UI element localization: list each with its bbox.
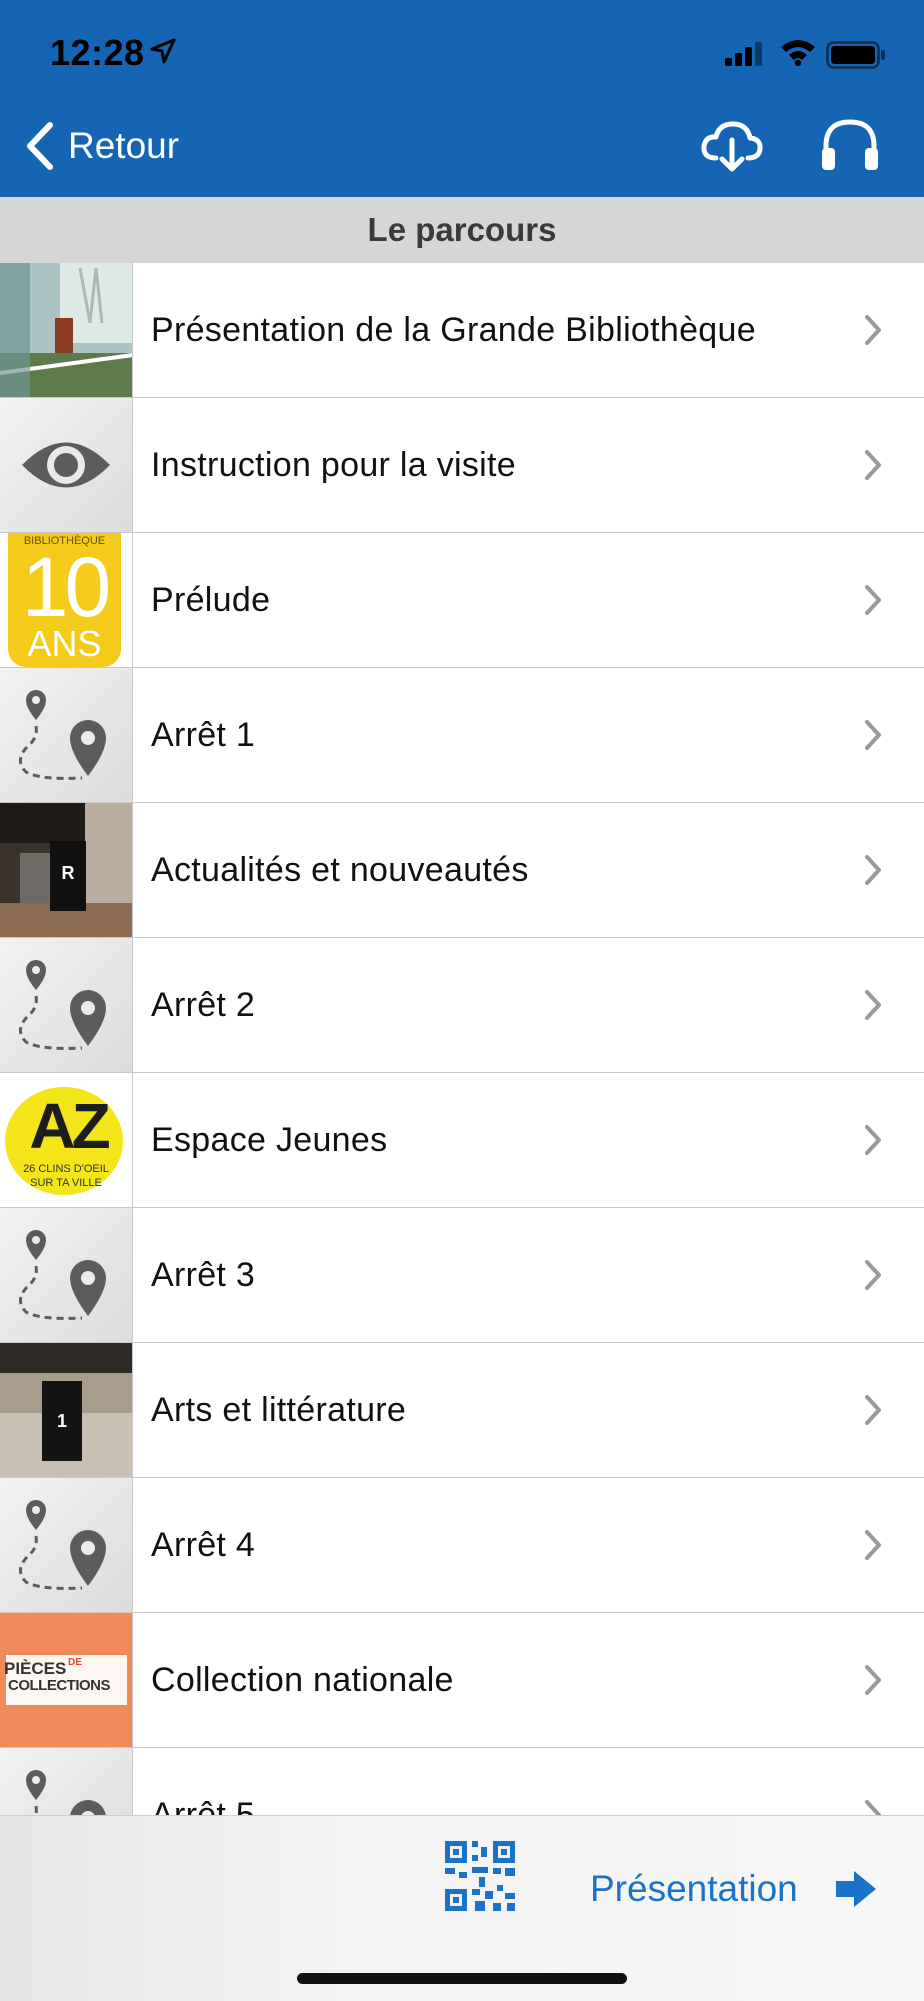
- list-item-label: Actualités et nouveautés: [151, 850, 529, 889]
- home-indicator: [297, 1973, 627, 1984]
- headphones-icon: [822, 119, 878, 170]
- list-item-label: Arrêt 5: [151, 1795, 256, 1816]
- list-item-label: Arrêt 1: [151, 715, 256, 754]
- list-item[interactable]: BIBLIOTHÈQUE 10 ANS Prélude: [0, 533, 924, 668]
- list-item-label: Arrêt 2: [151, 985, 256, 1024]
- thumbnail-route: [0, 938, 133, 1072]
- battery-icon: [826, 41, 885, 69]
- chevron-right-icon: [865, 1125, 881, 1155]
- list-item[interactable]: Présentation de la Grande Bibliothèque: [0, 263, 924, 398]
- list-item-label: Prélude: [151, 580, 271, 619]
- thumbnail-photo: R: [0, 803, 133, 937]
- thumbnail-route: [0, 668, 133, 802]
- thumbnail-route: [0, 1748, 133, 1815]
- chevron-right-icon: [865, 585, 881, 615]
- route-pin-icon: [26, 1770, 106, 1815]
- list-item[interactable]: R Actualités et nouveautés: [0, 803, 924, 938]
- route-pin-icon: [19, 960, 106, 1050]
- list-item[interactable]: Arrêt 4: [0, 1478, 924, 1613]
- thumbnail-az: AZ 26 CLINS D'OEIL SUR TA VILLE: [0, 1073, 133, 1207]
- sign-number: 1: [56, 1411, 67, 1431]
- list-item[interactable]: PIÈCES DE COLLECTIONS Collection nationa…: [0, 1613, 924, 1748]
- chevron-right-icon: [865, 855, 881, 885]
- logo-text-number: 10: [21, 540, 111, 634]
- cellular-signal-icon: [725, 42, 762, 66]
- next-presentation-label: Présentation: [590, 1868, 798, 1909]
- qr-code-icon: [445, 1841, 515, 1911]
- back-button-label: Retour: [68, 125, 180, 166]
- bottom-toolbar: Présentation: [0, 1815, 924, 2001]
- route-pin-icon: [19, 1500, 106, 1590]
- thumbnail-pieces-collections: PIÈCES DE COLLECTIONS: [0, 1613, 133, 1747]
- audio-guide-button[interactable]: [820, 118, 880, 177]
- next-presentation-button[interactable]: Présentation: [590, 1864, 878, 1914]
- section-title: Le parcours: [0, 197, 924, 263]
- list-item[interactable]: 1 Arts et littérature: [0, 1343, 924, 1478]
- chevron-right-icon: [865, 1260, 881, 1290]
- tour-list: Présentation de la Grande Bibliothèque I…: [0, 263, 924, 1815]
- list-item[interactable]: Instruction pour la visite: [0, 398, 924, 533]
- list-item-label: Collection nationale: [151, 1660, 454, 1699]
- chevron-right-icon: [865, 1395, 881, 1425]
- location-arrow-icon: [150, 38, 176, 64]
- list-item[interactable]: Arrêt 1: [0, 668, 924, 803]
- sign-letter: R: [61, 863, 75, 883]
- thumbnail-photo: 1: [0, 1343, 133, 1477]
- chevron-right-icon: [865, 1530, 881, 1560]
- back-button[interactable]: Retour: [24, 118, 179, 174]
- eye-icon: [22, 442, 110, 488]
- thumbnail-photo: [0, 263, 133, 397]
- logo-text-pieces: PIÈCES: [4, 1659, 67, 1678]
- logo-caption-1: 26 CLINS D'OEIL: [23, 1163, 109, 1175]
- qr-scan-button[interactable]: [445, 1841, 515, 1916]
- route-pin-icon: [19, 1230, 106, 1320]
- thumbnail-eye: [0, 398, 133, 532]
- chevron-right-icon: [865, 1800, 881, 1815]
- list-item-label: Arts et littérature: [151, 1390, 407, 1429]
- download-button[interactable]: [700, 118, 764, 179]
- list-item-label: Présentation de la Grande Bibliothèque: [151, 310, 756, 349]
- list-item-label: Espace Jeunes: [151, 1120, 388, 1159]
- logo-text-collections: COLLECTIONS: [8, 1677, 111, 1694]
- list-item-label: Instruction pour la visite: [151, 445, 516, 484]
- chevron-right-icon: [865, 315, 881, 345]
- chevron-left-icon: [27, 122, 53, 170]
- thumbnail-10-ans: BIBLIOTHÈQUE 10 ANS: [0, 533, 133, 667]
- logo-text-az: AZ: [29, 1090, 110, 1162]
- thumbnail-route: [0, 1478, 133, 1612]
- list-item[interactable]: Arrêt 3: [0, 1208, 924, 1343]
- list-item[interactable]: AZ 26 CLINS D'OEIL SUR TA VILLE Espace J…: [0, 1073, 924, 1208]
- logo-text-de: DE: [68, 1657, 82, 1668]
- navigation-bar: 12:28 Retour: [0, 0, 924, 197]
- list-item-label: Arrêt 4: [151, 1525, 256, 1564]
- wifi-icon: [781, 40, 815, 66]
- route-pin-icon: [19, 690, 106, 780]
- list-item[interactable]: Arrêt 5: [0, 1748, 924, 1815]
- chevron-right-icon: [865, 990, 881, 1020]
- chevron-right-icon: [865, 450, 881, 480]
- arrow-right-icon: [835, 1871, 876, 1907]
- chevron-right-icon: [865, 1665, 881, 1695]
- list-item[interactable]: Arrêt 2: [0, 938, 924, 1073]
- logo-caption-2: SUR TA VILLE: [30, 1177, 102, 1189]
- chevron-right-icon: [865, 720, 881, 750]
- list-item-label: Arrêt 3: [151, 1255, 256, 1294]
- status-time: 12:28: [50, 32, 145, 73]
- thumbnail-route: [0, 1208, 133, 1342]
- cloud-download-icon: [701, 121, 763, 172]
